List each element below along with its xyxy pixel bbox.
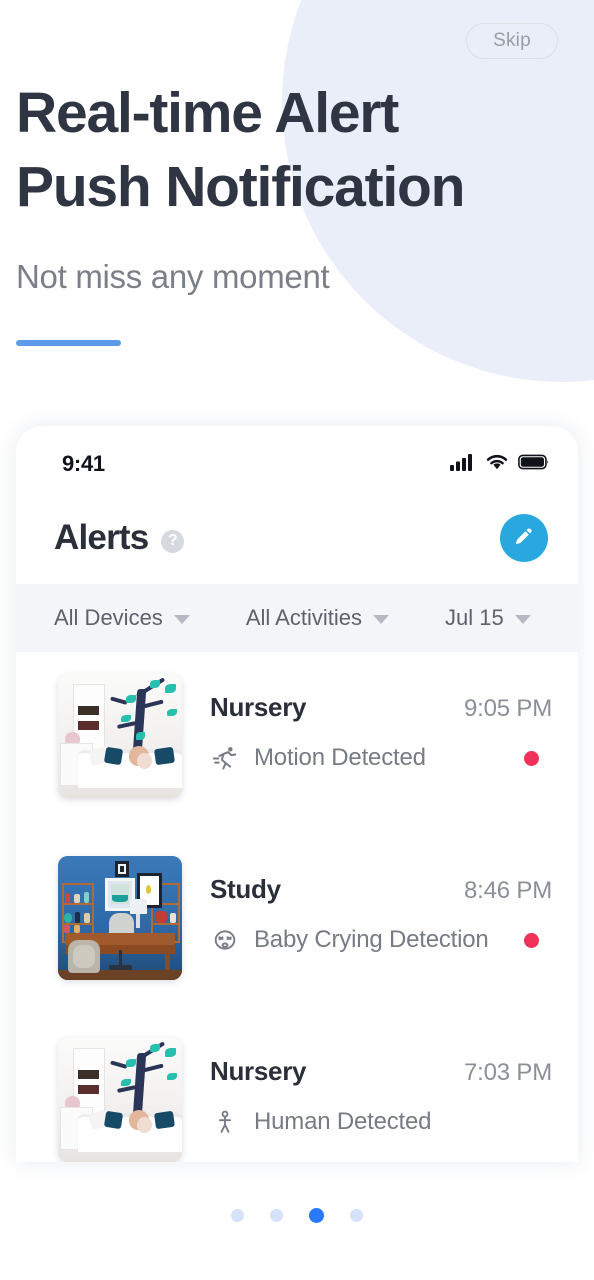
alert-list: Nursery 9:05 PM Motion Detected Study 8:…: [16, 652, 578, 1162]
cellular-signal-icon: [450, 453, 476, 476]
filter-date[interactable]: Jul 15: [445, 605, 531, 631]
table-row[interactable]: Study 8:46 PM Baby Crying Detection: [16, 834, 578, 1016]
human-person-icon: [210, 1107, 240, 1137]
motion-running-icon: [210, 743, 240, 773]
alert-row-body: Study 8:46 PM Baby Crying Detection: [182, 856, 552, 955]
skip-button-label: Skip: [493, 30, 531, 51]
alert-timestamp: 8:46 PM: [464, 877, 552, 904]
phone-app-bar: Alerts ?: [16, 492, 578, 584]
alert-event-label: Motion Detected: [254, 744, 426, 771]
page-title-line-2: Push Notification: [16, 155, 465, 219]
alert-event-label: Baby Crying Detection: [254, 926, 489, 953]
filter-bar: All Devices All Activities Jul 15: [16, 584, 578, 652]
nursery-room-thumbnail: [58, 1038, 182, 1162]
table-row[interactable]: Nursery 7:03 PM Human Detected: [16, 1016, 578, 1162]
page-subtitle: Not miss any moment: [16, 258, 330, 295]
alert-event-label: Human Detected: [254, 1108, 432, 1135]
status-bar-time: 9:41: [62, 451, 105, 476]
edit-button[interactable]: [500, 514, 548, 562]
chevron-down-icon: [514, 615, 531, 624]
chevron-down-icon: [173, 615, 190, 624]
help-icon-glyph: ?: [168, 532, 178, 549]
nursery-room-thumbnail: [58, 674, 182, 798]
filter-all-activities-label: All Activities: [245, 605, 362, 630]
alert-row-header: Nursery 7:03 PM: [210, 1056, 552, 1087]
page-title: Real-time Alert Push Notification: [16, 76, 594, 224]
alert-row-event: Baby Crying Detection: [210, 925, 552, 955]
alert-row-header: Nursery 9:05 PM: [210, 692, 552, 723]
alert-timestamp: 9:05 PM: [464, 695, 552, 722]
alert-timestamp: 7:03 PM: [464, 1059, 552, 1086]
app-bar-title: Alerts: [54, 518, 149, 557]
phone-mockup: 9:41 Alerts ? All Devices All Activities…: [16, 426, 578, 1162]
status-bar-icons: [450, 453, 550, 476]
filter-date-label: Jul 15: [444, 605, 504, 630]
accent-underline: [16, 340, 121, 346]
status-badge: [524, 932, 539, 948]
pagination-dot-1[interactable]: [231, 1209, 244, 1222]
alert-row-event: Motion Detected: [210, 743, 552, 773]
pagination-dot-3-active[interactable]: [309, 1208, 324, 1223]
alert-row-body: Nursery 7:03 PM Human Detected: [182, 1038, 552, 1137]
alert-row-event: Human Detected: [210, 1107, 552, 1137]
filter-all-activities[interactable]: All Activities: [246, 605, 389, 631]
baby-crying-face-icon: [210, 925, 240, 955]
alert-row-body: Nursery 9:05 PM Motion Detected: [182, 674, 552, 773]
skip-button[interactable]: Skip: [466, 23, 558, 59]
study-room-thumbnail: [58, 856, 182, 980]
help-question-icon[interactable]: ?: [161, 529, 185, 553]
pagination-dot-2[interactable]: [270, 1209, 283, 1222]
alert-device-name: Nursery: [210, 692, 307, 722]
pagination-dot-4[interactable]: [350, 1209, 363, 1222]
status-badge: [524, 750, 539, 766]
wifi-icon: [485, 453, 509, 476]
battery-full-icon: [518, 453, 550, 476]
pagination-dots: [0, 1208, 594, 1223]
filter-all-devices[interactable]: All Devices: [54, 605, 190, 631]
page-title-line-1: Real-time Alert: [16, 81, 399, 145]
table-row[interactable]: Nursery 9:05 PM Motion Detected: [16, 652, 578, 834]
phone-status-bar: 9:41: [16, 426, 578, 492]
pencil-edit-icon: [511, 523, 537, 554]
alert-device-name: Study: [210, 874, 281, 904]
filter-all-devices-label: All Devices: [54, 605, 163, 630]
alert-device-name: Nursery: [210, 1056, 307, 1086]
alert-row-header: Study 8:46 PM: [210, 874, 552, 905]
chevron-down-icon: [372, 615, 389, 624]
